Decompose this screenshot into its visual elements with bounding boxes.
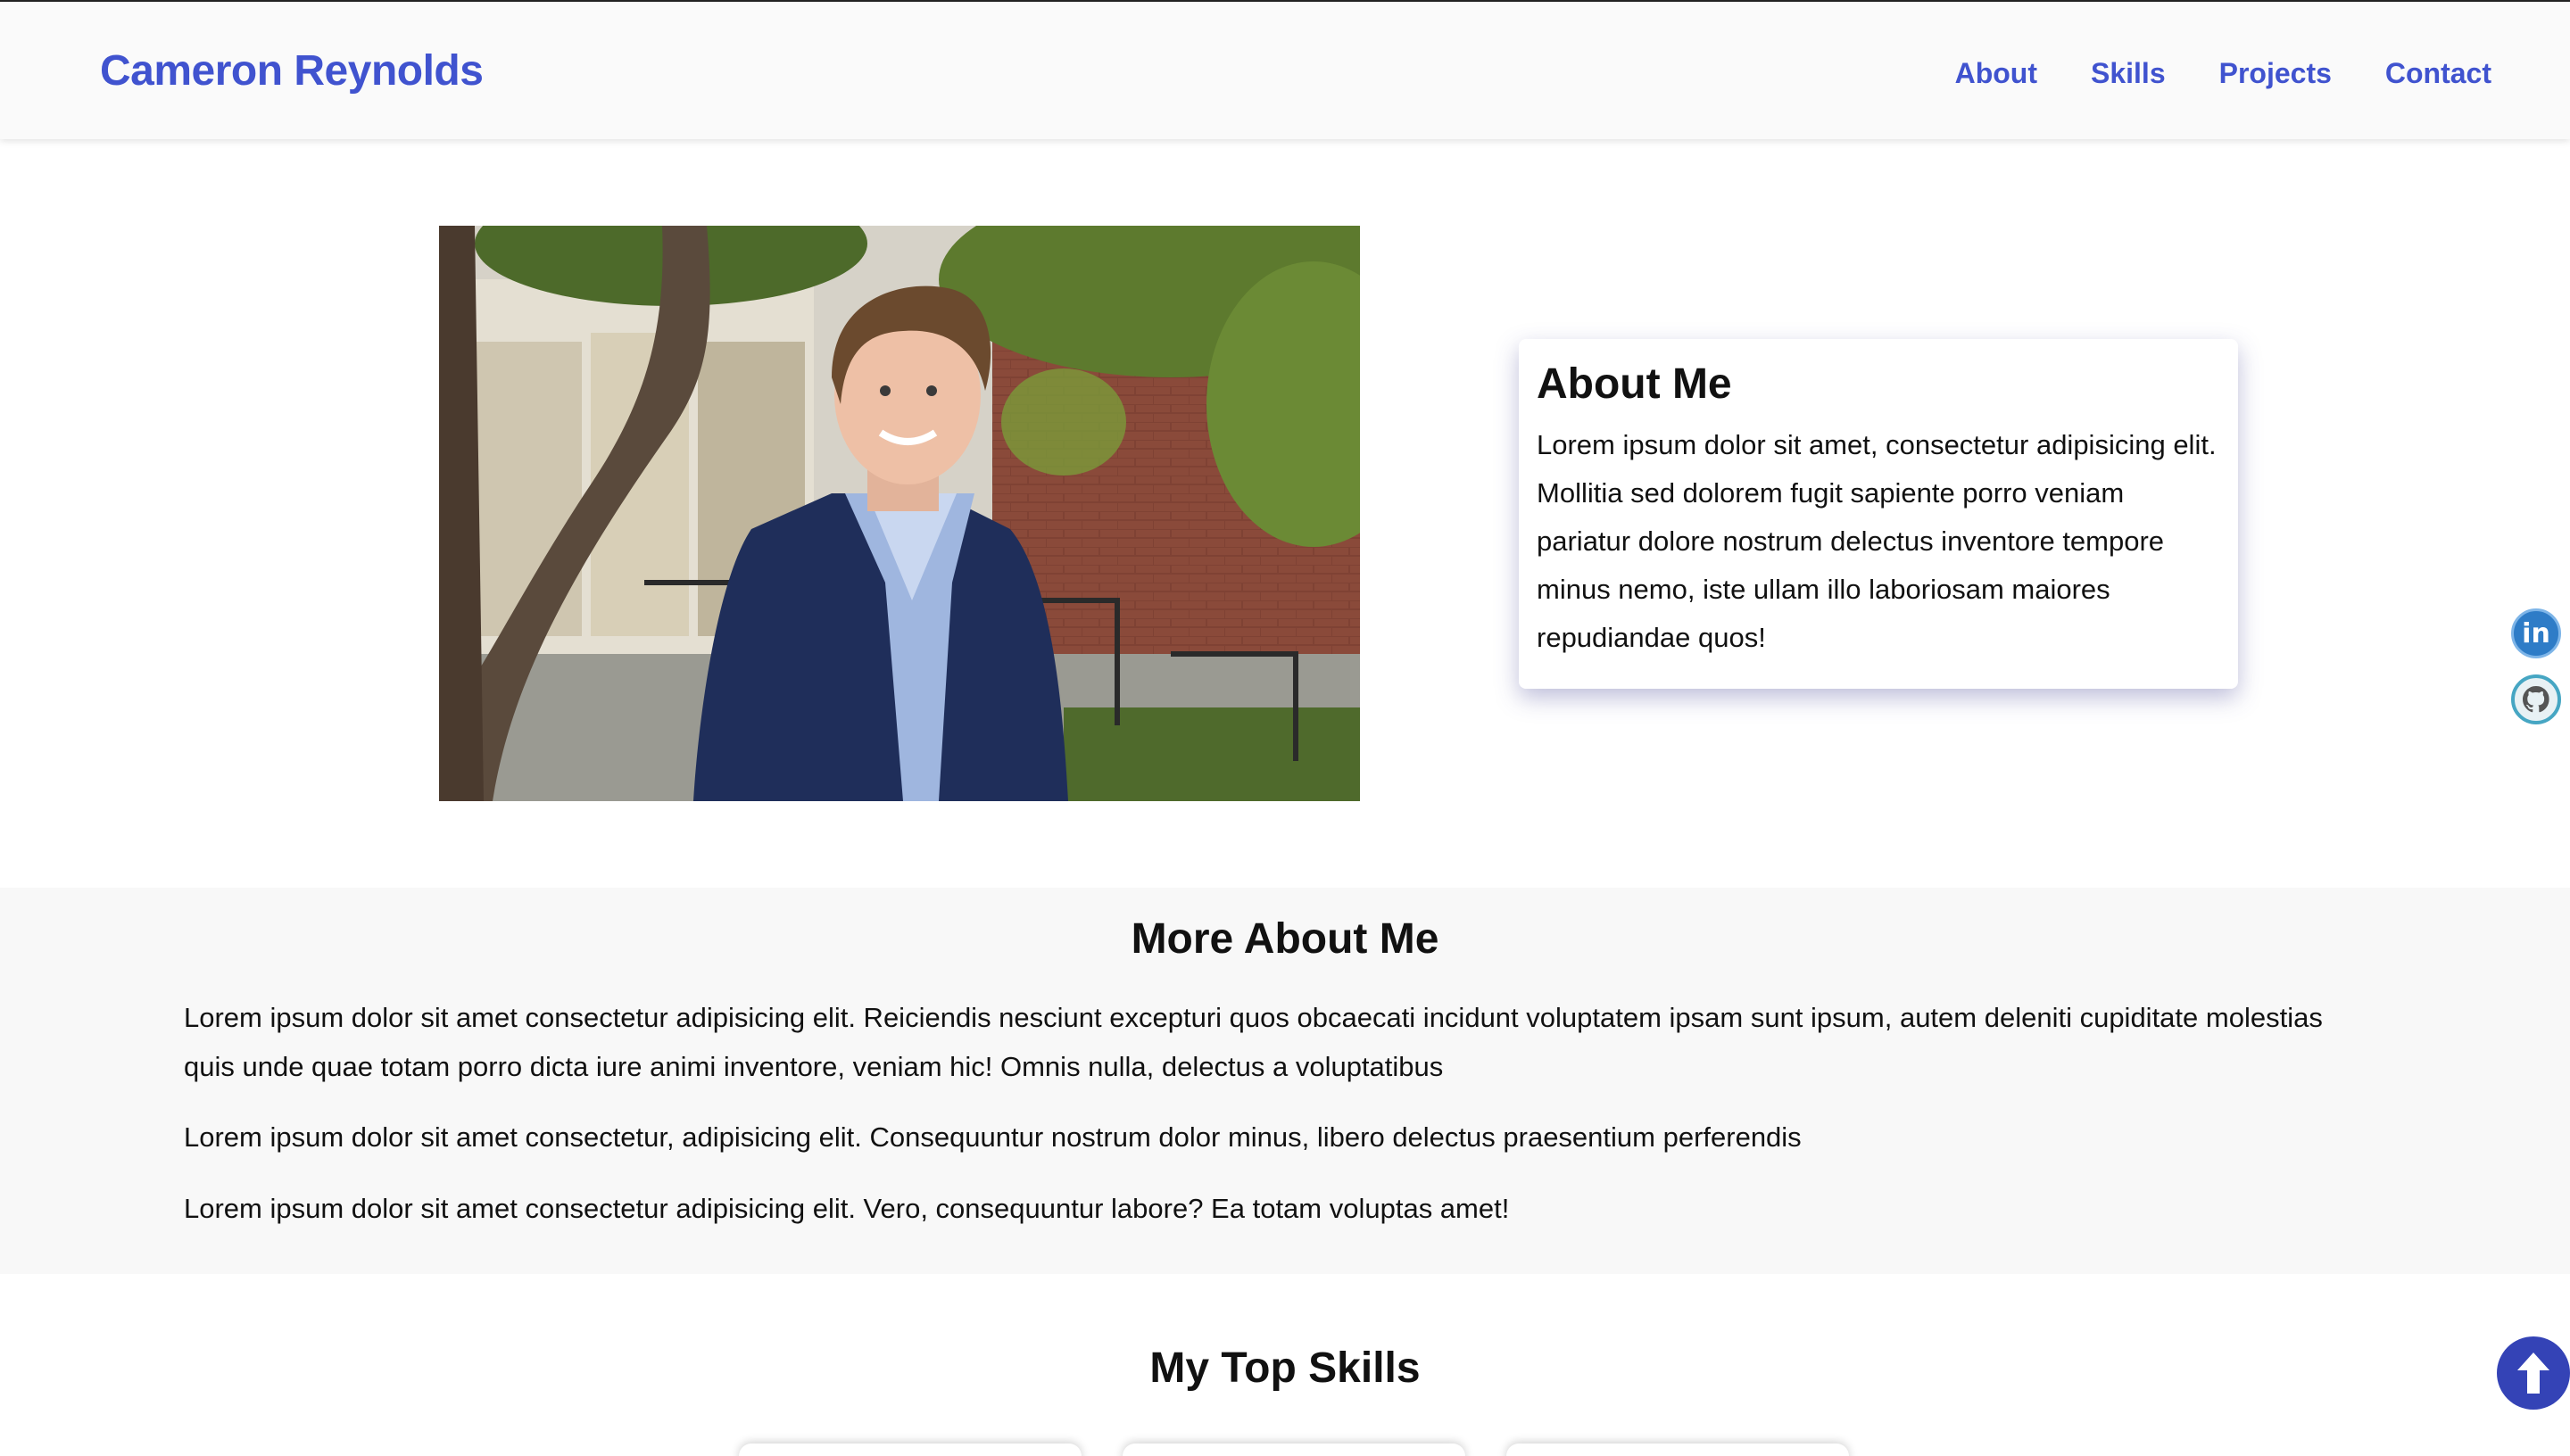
main-nav: About Skills Projects Contact bbox=[1955, 57, 2491, 90]
linkedin-label: in bbox=[2522, 617, 2550, 649]
page: Cameron Reynolds About Skills Projects C… bbox=[0, 0, 2570, 1456]
github-octocat-icon bbox=[2523, 686, 2549, 713]
more-about-section: More About Me Lorem ipsum dolor sit amet… bbox=[0, 888, 2570, 1274]
profile-photo bbox=[439, 226, 1360, 801]
github-icon[interactable] bbox=[2511, 674, 2561, 724]
skill-card bbox=[739, 1444, 1082, 1456]
site-header: Cameron Reynolds About Skills Projects C… bbox=[0, 0, 2570, 139]
skills-title: My Top Skills bbox=[1149, 1344, 1421, 1392]
skill-card bbox=[1506, 1444, 1849, 1456]
linkedin-icon[interactable]: in bbox=[2511, 608, 2561, 658]
more-about-title: More About Me bbox=[1131, 915, 1439, 963]
nav-skills-link[interactable]: Skills bbox=[2091, 57, 2166, 90]
more-about-paragraph: Lorem ipsum dolor sit amet consectetur a… bbox=[184, 1193, 1510, 1224]
more-about-paragraph: Lorem ipsum dolor sit amet consectetur a… bbox=[184, 1002, 2323, 1082]
skill-card bbox=[1123, 1444, 1465, 1456]
brand-name[interactable]: Cameron Reynolds bbox=[100, 46, 484, 95]
about-text: Lorem ipsum dolor sit amet, consectetur … bbox=[1537, 428, 2217, 653]
about-card: About Me Lorem ipsum dolor sit amet, con… bbox=[1519, 339, 2238, 689]
nav-contact-link[interactable]: Contact bbox=[2385, 57, 2491, 90]
arrow-up-icon bbox=[2517, 1353, 2549, 1394]
more-about-paragraph: Lorem ipsum dolor sit amet consectetur, … bbox=[184, 1121, 1802, 1153]
scroll-to-top-button[interactable] bbox=[2497, 1336, 2570, 1410]
about-title: About Me bbox=[1537, 360, 1732, 408]
nav-about-link[interactable]: About bbox=[1955, 57, 2037, 90]
nav-projects-link[interactable]: Projects bbox=[2219, 57, 2332, 90]
